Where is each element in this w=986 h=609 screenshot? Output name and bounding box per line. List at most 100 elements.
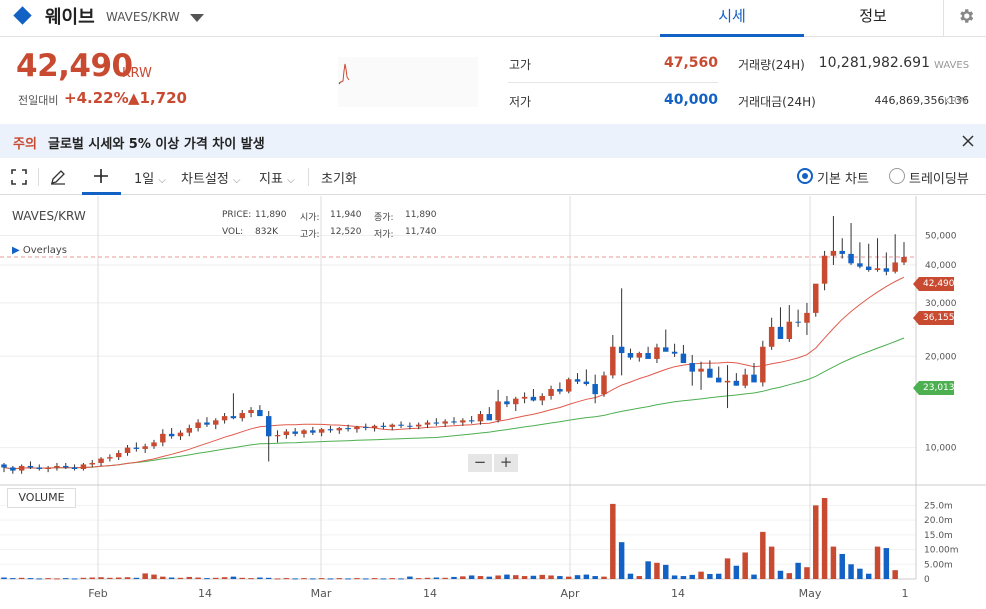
overlays-label: Overlays <box>22 245 67 256</box>
candle-body <box>760 346 766 383</box>
chart-canvas[interactable]: 50,000 40,000 30,000 20,000 10,000 25.0m 20.0m… <box>0 196 986 609</box>
reset-button[interactable]: 초기화 <box>321 168 357 187</box>
zoom-out-button[interactable]: − <box>468 454 492 472</box>
volume-bar <box>380 578 387 580</box>
volume-bar <box>477 576 484 579</box>
candle-body <box>504 401 510 405</box>
price-chart[interactable]: 50,000 40,000 30,000 20,000 10,000 25.0m 20.0m… <box>0 196 986 609</box>
volume-unit: WAVES <box>934 60 970 71</box>
basic-chart-radio[interactable] <box>797 168 813 184</box>
candle-body <box>195 422 201 429</box>
chart-settings-menu[interactable]: 차트설정 ⌵ <box>181 168 241 187</box>
volume-bar <box>451 576 457 579</box>
volume-bar <box>848 564 854 579</box>
volume-bar <box>777 570 784 579</box>
candle-body <box>274 435 281 437</box>
volume-bar <box>107 577 113 579</box>
volume-bar <box>883 548 890 579</box>
candle-body <box>89 462 95 465</box>
volume-bar <box>865 573 872 579</box>
pencil-icon[interactable] <box>49 168 67 186</box>
candle-body <box>565 379 572 392</box>
candle-body <box>601 375 607 395</box>
volume-bar <box>521 576 528 579</box>
x-tick-label: 14 <box>671 587 685 600</box>
volume-bar <box>310 578 316 580</box>
candle-body <box>539 395 545 401</box>
candle-body <box>407 425 413 427</box>
candle-body <box>265 416 272 437</box>
volume-bar <box>36 578 43 580</box>
coin-pair: WAVES/KRW <box>106 10 180 24</box>
candle-body <box>389 424 395 427</box>
volume-bar <box>1 577 7 579</box>
volume-bar <box>168 577 175 579</box>
candle-body <box>839 250 845 254</box>
volume-bar <box>645 561 651 579</box>
volume-bar <box>751 574 757 579</box>
candle-body <box>477 414 484 422</box>
chevron-down-icon: ⌵ <box>232 175 241 186</box>
trading-view-label[interactable]: 트레이딩뷰 <box>909 168 969 187</box>
toolbar-divider <box>38 168 39 186</box>
amount-label: 거래대금(24H) <box>738 95 816 109</box>
x-tick-label: 1 <box>902 587 909 600</box>
candle-body <box>557 389 563 392</box>
price-unit: KRW <box>122 66 152 81</box>
candle-body <box>204 422 210 425</box>
volume-bar <box>689 574 695 579</box>
crosshair-button[interactable] <box>82 158 121 195</box>
header-bar: 웨이브 WAVES/KRW 시세 정보 <box>0 0 986 37</box>
indicators-menu[interactable]: 지표 ⌵ <box>259 168 295 187</box>
candle-body <box>671 351 678 354</box>
candle-body <box>892 262 898 272</box>
gear-icon <box>960 9 974 23</box>
tab-price[interactable]: 시세 <box>660 0 804 37</box>
trading-view-radio[interactable] <box>889 168 905 184</box>
basic-chart-label[interactable]: 기본 차트 <box>817 168 869 187</box>
chevron-down-icon[interactable] <box>190 14 204 22</box>
info-price-label: PRICE: <box>222 210 252 220</box>
volume-bar <box>513 575 519 579</box>
fullscreen-icon[interactable] <box>11 169 27 185</box>
candle-body <box>71 467 78 470</box>
settings-button[interactable] <box>943 0 986 37</box>
x-tick-label: 14 <box>198 587 212 600</box>
volume-bar <box>839 553 845 579</box>
volume-bar <box>724 558 731 579</box>
tab-info[interactable]: 정보 <box>804 0 942 37</box>
ma-short-tag: 36,155 <box>919 311 955 325</box>
volume-bar <box>327 578 334 580</box>
candle-body <box>830 250 837 256</box>
overlays-toggle[interactable]: ▶ Overlays <box>12 245 67 256</box>
volume-bar <box>795 562 801 579</box>
candle-body <box>177 432 184 437</box>
volume-bar <box>821 498 828 579</box>
candle-body <box>548 389 554 396</box>
high-value: 47,560 <box>663 55 718 71</box>
candle-body <box>160 433 166 443</box>
volume-bar <box>221 577 228 579</box>
close-icon[interactable] <box>960 133 976 149</box>
candle-body <box>221 416 228 421</box>
volume-bar <box>460 576 466 579</box>
candle-body <box>813 283 819 313</box>
volume-button[interactable]: VOLUME <box>7 488 76 508</box>
volume-bar <box>195 577 201 579</box>
zoom-in-button[interactable]: + <box>494 454 518 472</box>
volume-bar <box>627 573 634 579</box>
last-price-tag: 42,490 <box>919 277 955 291</box>
interval-select[interactable]: 1일 ⌵ <box>134 168 166 187</box>
candle-body <box>239 413 245 419</box>
candle-body <box>63 465 69 468</box>
volume-bar <box>98 577 104 579</box>
stat-divider <box>508 82 718 83</box>
candle-body <box>724 380 731 383</box>
candle-body <box>301 430 307 434</box>
volume-tick-label: 25.0m <box>924 501 953 511</box>
amount-unit: KRW <box>944 96 967 107</box>
chevron-down-icon: ⌵ <box>287 175 295 186</box>
candle-body <box>151 442 157 447</box>
info-open-label: 시가: <box>300 213 320 223</box>
price-tick-label: 10,000 <box>925 444 957 454</box>
